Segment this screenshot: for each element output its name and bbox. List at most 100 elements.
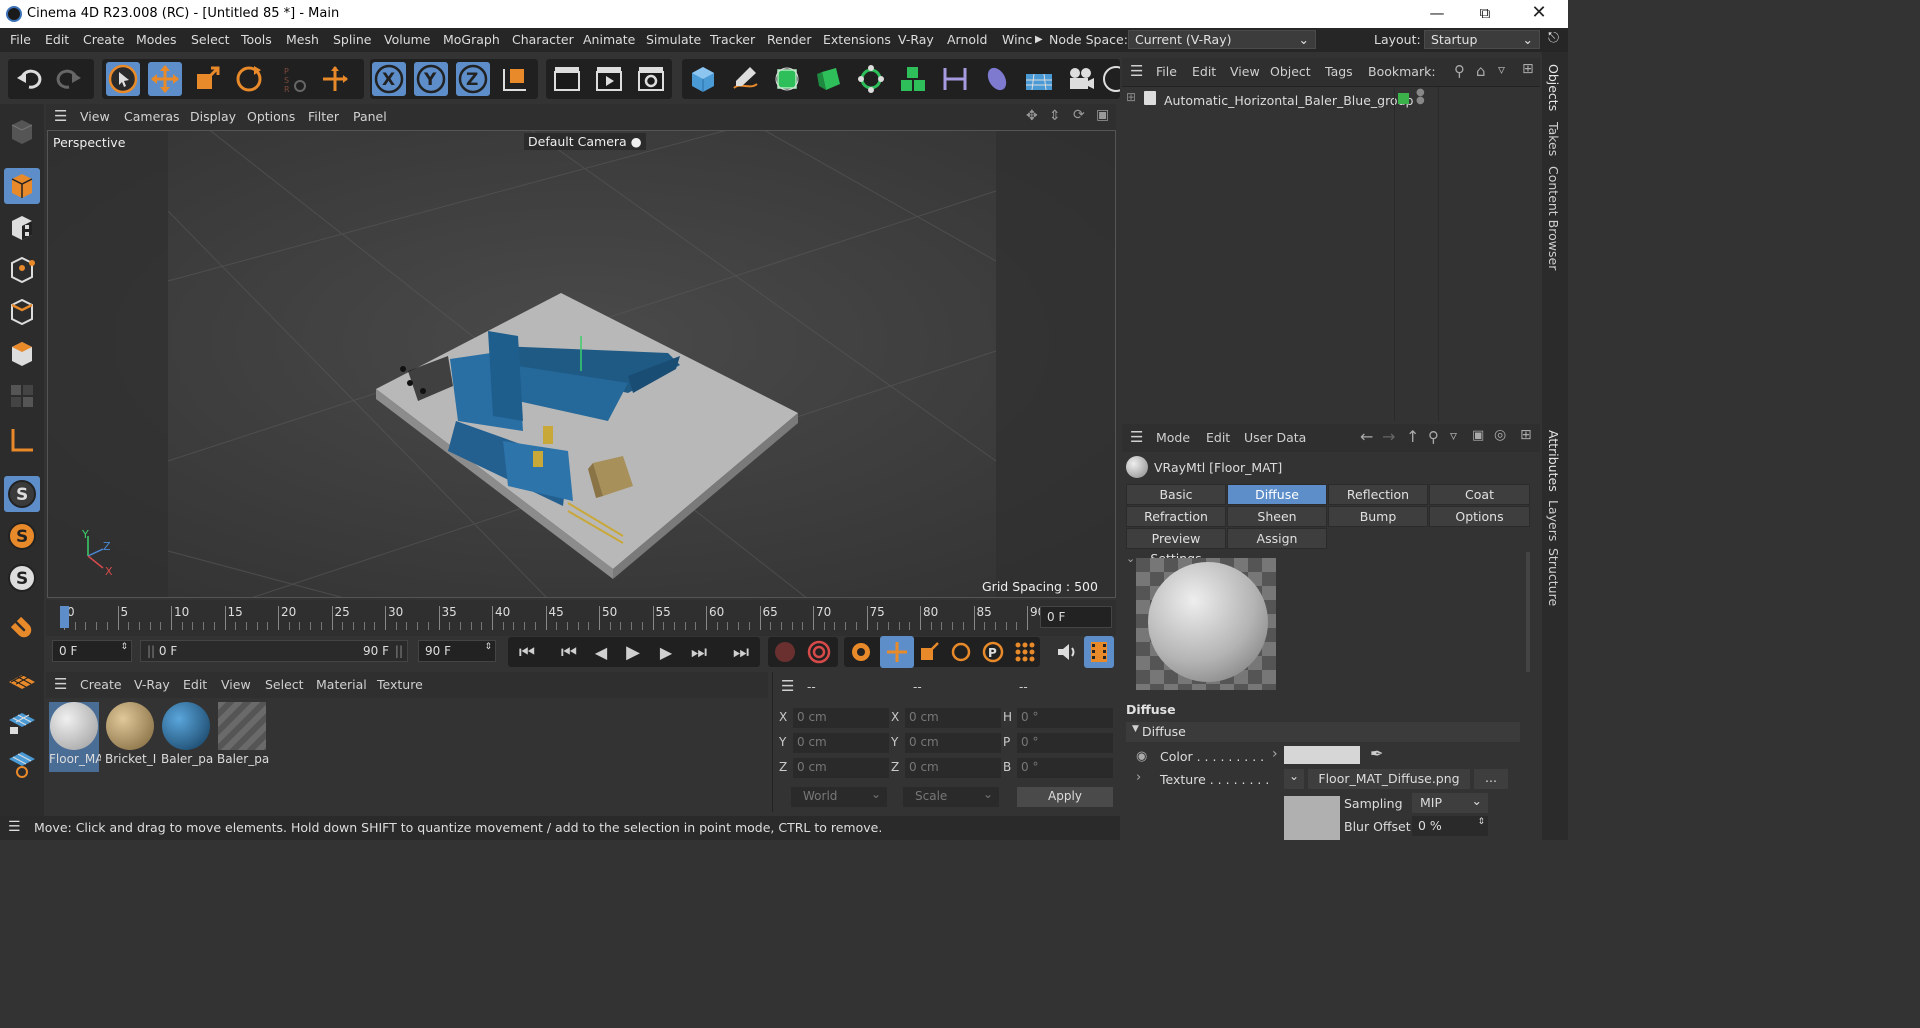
z-axis-lock-icon[interactable]: Z (456, 62, 490, 96)
menu-render[interactable]: Render (767, 32, 812, 47)
coord-value-field[interactable]: 0 cm (793, 733, 889, 753)
viewport-menu-display[interactable]: Display (190, 109, 236, 124)
playhead[interactable] (60, 606, 69, 628)
node-space-dropdown[interactable]: Current (V-Ray) ⌄ (1128, 30, 1316, 49)
menu-tools[interactable]: Tools (241, 32, 272, 47)
coord-value-field[interactable]: 0 ° (1017, 758, 1113, 778)
layer-color-icon[interactable] (1398, 93, 1409, 104)
play-icon[interactable]: ▶ (616, 636, 650, 668)
planar-workplane-icon[interactable] (4, 746, 40, 782)
deformer-icon[interactable] (938, 62, 972, 96)
solo-off-icon[interactable]: S (4, 476, 40, 512)
menu-spline[interactable]: Spline (333, 32, 371, 47)
end-frame-field[interactable]: 90 F ⇕ (418, 640, 496, 662)
menu-create[interactable]: Create (83, 32, 125, 47)
material-menu-view[interactable]: View (221, 677, 251, 692)
object-menu-edit[interactable]: Edit (1192, 64, 1216, 79)
layout-dropdown[interactable]: Startup ⌄ (1424, 30, 1540, 49)
viewport-menu-cameras[interactable]: Cameras (124, 109, 180, 124)
layout-pin-icon[interactable]: ⎋ (1548, 30, 1559, 46)
render-picture-viewer-icon[interactable] (592, 62, 626, 96)
diffuse-group-header[interactable]: ▼ Diffuse (1126, 722, 1520, 742)
menu-arnold[interactable]: Arnold (947, 32, 987, 47)
psr-icon[interactable]: PSR (276, 62, 310, 96)
workplane-icon[interactable] (4, 664, 40, 700)
coord-value-field[interactable]: 0 cm (905, 733, 1001, 753)
uv-mode-icon[interactable] (4, 378, 40, 414)
key-settings-icon[interactable] (844, 636, 878, 668)
object-menu-object[interactable]: Object (1270, 64, 1311, 79)
menu-extensions[interactable]: Extensions (823, 32, 891, 47)
tab-coat[interactable]: Coat (1429, 484, 1530, 505)
maximize-button[interactable]: ⧉ (1462, 0, 1508, 28)
go-to-start-icon[interactable]: ⏮ (510, 636, 544, 668)
material-menu-material[interactable]: Material (316, 677, 367, 692)
new-panel-icon[interactable]: ⊞ (1520, 427, 1532, 443)
eyedropper-icon[interactable]: ✒ (1370, 744, 1383, 763)
pen-icon[interactable] (728, 62, 762, 96)
menu-modes[interactable]: Modes (136, 32, 177, 47)
lock-icon[interactable]: ▣ (1472, 428, 1484, 443)
hamburger-icon[interactable]: ☰ (8, 819, 21, 835)
menu-file[interactable]: File (10, 32, 31, 47)
viewport-menu-options[interactable]: Options (247, 109, 295, 124)
timeline-ruler[interactable]: 0 5 10 15 20 25 30 35 40 45 50 55 60 65 70 75 80 85 90 0 F (46, 600, 1116, 636)
minimize-button[interactable]: — (1414, 0, 1460, 28)
locked-workplane-icon[interactable] (4, 704, 40, 740)
apply-button[interactable]: Apply (1017, 787, 1113, 807)
prev-frame-icon[interactable]: ◀ (584, 636, 618, 668)
menu-animate[interactable]: Animate (583, 32, 635, 47)
redo-icon[interactable] (52, 62, 86, 96)
material-menu-edit[interactable]: Edit (183, 677, 207, 692)
tab-options[interactable]: Options (1429, 506, 1530, 527)
hamburger-icon[interactable]: ☰ (781, 677, 794, 695)
film-icon[interactable] (1084, 636, 1114, 668)
radio-icon[interactable]: ◉ (1136, 749, 1147, 764)
next-key-icon[interactable]: ⏭ (682, 636, 716, 668)
points-mode-icon[interactable] (4, 252, 40, 288)
autokey-icon[interactable] (802, 636, 836, 668)
coord-value-field[interactable]: 0 ° (1017, 733, 1113, 753)
hamburger-icon[interactable]: ☰ (54, 675, 67, 693)
camera-label[interactable]: Default Camera ● (524, 133, 646, 150)
scale-tool-icon[interactable] (190, 62, 224, 96)
expand-icon[interactable]: ⊞ (1126, 90, 1136, 104)
preview-scrollbar[interactable] (1526, 552, 1530, 672)
texture-menu-button[interactable]: ⌄ (1284, 769, 1304, 789)
filter-icon[interactable]: ▿ (1498, 62, 1505, 78)
model-mode-icon[interactable] (4, 168, 40, 204)
tab-preview-settings[interactable]: Preview Settings (1126, 528, 1226, 566)
key-parameter-icon[interactable]: P (976, 636, 1010, 668)
stepper-icon[interactable]: ⇕ (120, 642, 128, 652)
object-menu-file[interactable]: File (1156, 64, 1177, 79)
texture-file-button[interactable]: Floor_MAT_Diffuse.png (1308, 769, 1470, 789)
y-axis-lock-icon[interactable]: Y (414, 62, 448, 96)
edges-mode-icon[interactable] (4, 294, 40, 330)
stepper-icon[interactable]: ⇕ (484, 642, 492, 652)
coord-value-field[interactable]: 0 ° (1017, 708, 1113, 728)
search-icon[interactable]: ⚲ (1428, 428, 1439, 446)
render-view-icon[interactable] (550, 62, 584, 96)
up-arrow-icon[interactable]: ↑ (1406, 427, 1419, 446)
key-pla-icon[interactable] (1008, 636, 1042, 668)
subdivision-surface-icon[interactable] (770, 62, 804, 96)
solo-single-icon[interactable]: S (4, 518, 40, 554)
frame-range-slider[interactable]: || 0 F 90 F || (140, 640, 408, 662)
viewport-rotate-icon[interactable]: ⟳ (1073, 107, 1085, 123)
hamburger-icon[interactable]: ☰ (1130, 62, 1143, 80)
menu-mograph[interactable]: MoGraph (443, 32, 500, 47)
tab-diffuse[interactable]: Diffuse (1227, 484, 1327, 505)
viewport-menu-filter[interactable]: Filter (308, 109, 339, 124)
menu-vray[interactable]: V-Ray (898, 32, 934, 47)
coord-value-field[interactable]: 0 cm (793, 708, 889, 728)
sound-icon[interactable] (1050, 636, 1084, 668)
back-arrow-icon[interactable]: ← (1360, 427, 1373, 446)
texture-more-button[interactable]: ... (1474, 769, 1508, 789)
camera-icon[interactable] (1064, 62, 1098, 96)
field-icon[interactable] (980, 62, 1014, 96)
menu-volume[interactable]: Volume (384, 32, 431, 47)
object-menu-view[interactable]: View (1230, 64, 1260, 79)
material-swatch[interactable]: Baler_pa (161, 702, 213, 772)
select-tool-icon[interactable] (106, 62, 140, 96)
target-icon[interactable]: ◎ (1494, 427, 1506, 443)
